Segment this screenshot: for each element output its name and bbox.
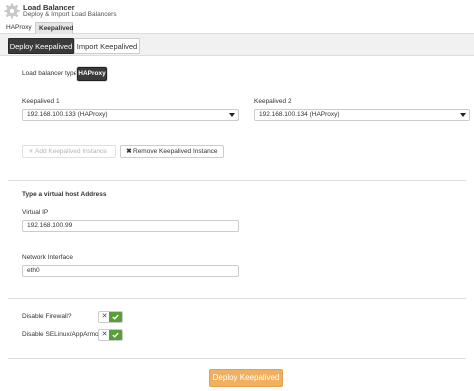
firewall-label: Disable Firewall? [22, 313, 72, 320]
subtab-keepalived[interactable]: Keepalived [35, 22, 73, 34]
iface-input[interactable]: eth0 [22, 265, 239, 277]
keepalived2-value: 192.168.100.134 (HAProxy) [259, 111, 340, 118]
add-instance-button[interactable]: + Add Keepalived Instance [22, 145, 116, 158]
keepalived1-label: Keepalived 1 [22, 98, 60, 105]
close-icon: ✖ [126, 148, 132, 155]
checkmark-icon [109, 330, 122, 340]
app-subtitle: Deploy & Import Load Balancers [23, 11, 117, 18]
plus-icon: + [29, 148, 33, 155]
lb-type-label: Load balancer type [22, 70, 78, 77]
selinux-toggle[interactable]: ✕ [98, 329, 123, 341]
tab-import-keepalived[interactable]: Import Keepalived [74, 38, 140, 54]
firewall-toggle[interactable]: ✕ [98, 311, 123, 323]
iface-label: Network Interface [22, 254, 73, 261]
selinux-label: Disable SELinux/AppArmor? [22, 331, 105, 338]
subtab-haproxy[interactable]: HAProxy [3, 22, 35, 34]
chevron-down-icon [460, 113, 466, 117]
tab-deploy-keepalived[interactable]: Deploy Keepalived [8, 38, 74, 54]
keepalived1-value: 192.168.100.133 (HAProxy) [27, 111, 108, 118]
keepalived2-label: Keepalived 2 [254, 98, 292, 105]
vhost-heading: Type a virtual host Address [22, 191, 107, 198]
remove-instance-label: Remove Keepalived Instance [133, 148, 218, 155]
lb-type-button[interactable]: HAProxy [77, 67, 107, 81]
gear-icon [4, 3, 20, 19]
section-divider [8, 298, 466, 299]
keepalived1-select[interactable]: 192.168.100.133 (HAProxy) [22, 109, 239, 121]
section-divider [8, 358, 466, 359]
add-instance-label: Add Keepalived Instance [35, 148, 107, 155]
deploy-keepalived-button[interactable]: Deploy Keepalived [209, 369, 283, 387]
subtab-bar: HAProxy Keepalived [0, 22, 474, 34]
section-divider [8, 180, 466, 181]
vip-input[interactable]: 192.168.100.99 [22, 220, 239, 232]
keepalived2-select[interactable]: 192.168.100.134 (HAProxy) [254, 109, 470, 121]
vip-label: Virtual IP [22, 209, 49, 216]
checkmark-icon [109, 312, 122, 322]
chevron-down-icon [229, 113, 235, 117]
remove-instance-button[interactable]: ✖Remove Keepalived Instance [120, 145, 224, 158]
